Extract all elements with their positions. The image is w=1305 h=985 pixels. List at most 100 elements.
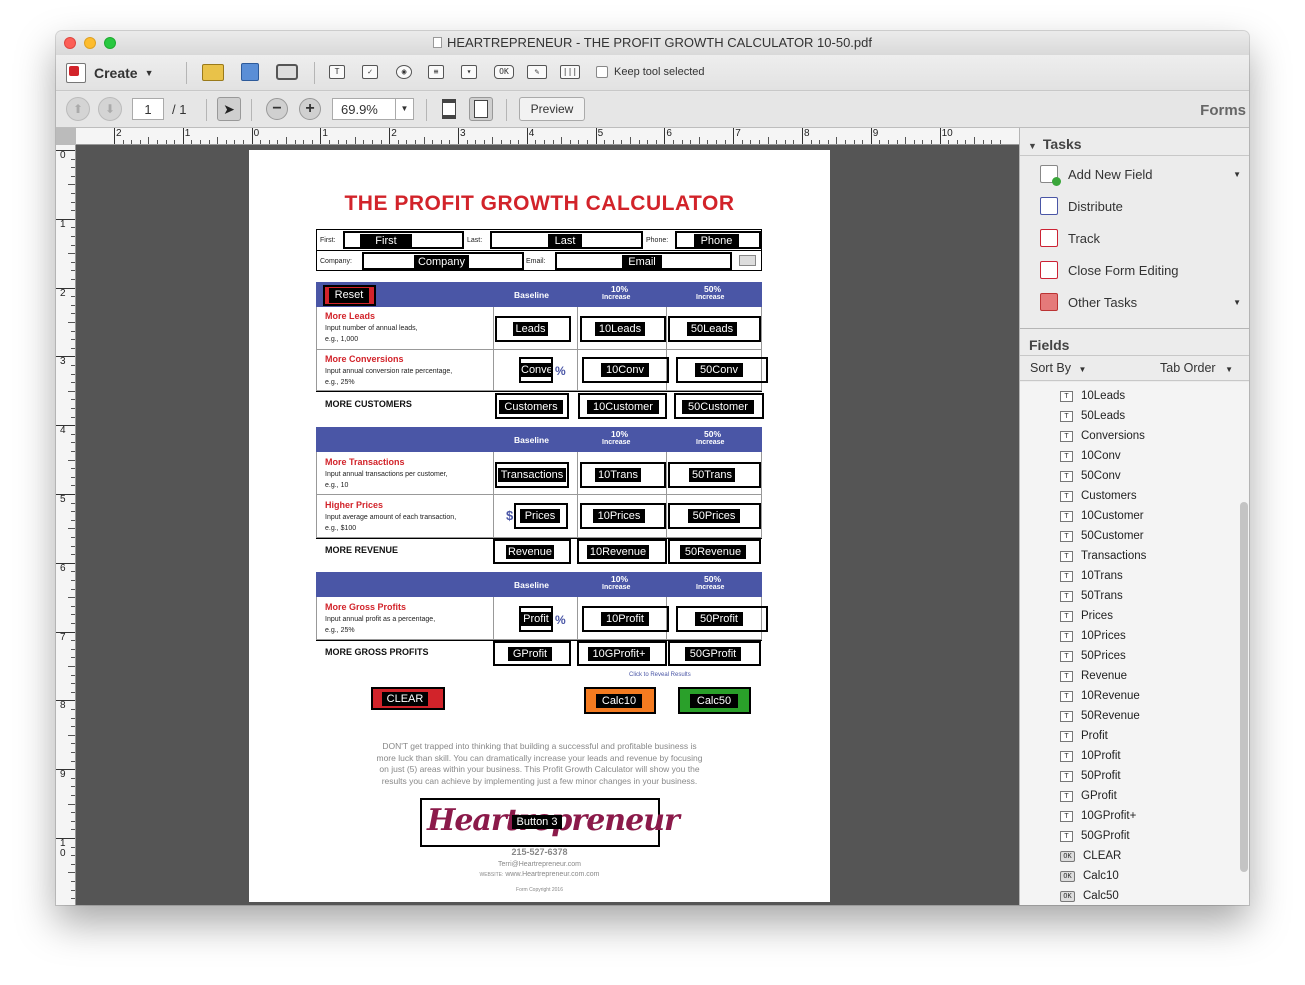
10prices-field-tag: 10Prices [593, 509, 645, 523]
preview-button[interactable]: Preview [519, 97, 585, 121]
field-list-item[interactable]: T Conversions [1060, 427, 1145, 445]
add-field-icon [1040, 165, 1061, 186]
ruler-minor-tick [286, 137, 287, 144]
zoom-level-select[interactable]: 69.9% ▼ [332, 98, 414, 120]
text-field-icon: T [1060, 430, 1073, 442]
ruler-minor-tick [71, 519, 75, 521]
dropdown-tool-icon[interactable]: ▾ [461, 65, 477, 79]
fit-width-button[interactable] [437, 97, 461, 121]
ruler-minor-tick [681, 140, 683, 144]
text-field-icon: T [1060, 650, 1073, 662]
ruler-minor-tick [449, 140, 451, 144]
previous-page-button[interactable]: ⬆ [66, 97, 90, 121]
page-number-input[interactable]: 1 [132, 98, 164, 120]
field-list-item[interactable]: T Transactions [1060, 547, 1146, 565]
field-list-item[interactable]: T 10Leads [1060, 387, 1125, 405]
save-button[interactable] [237, 59, 263, 85]
dollar-prefix: $ [506, 508, 514, 523]
tab-order-dropdown[interactable]: Tab Order ▼ [1160, 361, 1233, 375]
zoom-out-button[interactable]: − [266, 98, 288, 120]
field-list-item[interactable]: T 10Profit [1060, 747, 1121, 765]
list-box-tool-icon[interactable]: ≡ [428, 65, 444, 79]
field-list-item[interactable]: T 10GProfit+ [1060, 807, 1136, 825]
ruler-minor-tick [71, 691, 75, 693]
ruler-minor-tick [71, 347, 75, 349]
signature-tool-icon[interactable]: ✎ [527, 65, 547, 79]
document-canvas[interactable]: THE PROFIT GROWTH CALCULATOR First: Firs… [76, 145, 1023, 905]
field-list-item[interactable]: T 50Prices [1060, 647, 1126, 665]
fields-scrollbar[interactable] [1240, 502, 1248, 872]
contact-website-line: WEBSITE: www.Heartrepreneur.com.com [249, 871, 830, 878]
section2-header: Baseline 10% Increase 50% Increase [316, 427, 762, 452]
calc10-button-label: Calc10 [596, 694, 642, 708]
zoom-window-button[interactable] [104, 37, 116, 49]
ruler-label: 1 0 [60, 838, 66, 859]
ruler-minor-tick [71, 752, 75, 753]
email-field-tag: Email [622, 255, 662, 269]
text-field-icon: T [1060, 690, 1073, 702]
field-list-item[interactable]: T 10Prices [1060, 627, 1126, 645]
task-label: Track [1068, 230, 1101, 246]
select-tool-button[interactable]: ➤ [217, 97, 241, 121]
field-list-item[interactable]: T 10Revenue [1060, 687, 1140, 705]
print-button[interactable] [274, 59, 300, 85]
ruler-minor-tick [879, 140, 881, 144]
task-distribute[interactable]: Distribute [1040, 193, 1245, 219]
sort-by-dropdown[interactable]: Sort By ▼ [1030, 361, 1086, 375]
fit-page-button[interactable] [469, 97, 493, 121]
task-track[interactable]: Track [1040, 225, 1245, 251]
field-list-item[interactable]: T Prices [1060, 607, 1113, 625]
field-list-item[interactable]: T 50Conv [1060, 467, 1121, 485]
ruler-minor-tick [853, 140, 855, 144]
tasks-header[interactable]: ▼ Tasks [1020, 134, 1249, 154]
field-list-item[interactable]: OK Calc10 [1060, 867, 1119, 885]
field-list-item[interactable]: T 10Customer [1060, 507, 1144, 525]
field-list-item[interactable]: T GProfit [1060, 787, 1117, 805]
col-50-label: 50% [704, 284, 722, 294]
field-list-item[interactable]: T 50GProfit [1060, 827, 1130, 845]
text-field-tool-icon[interactable]: T [329, 65, 345, 79]
field-list-item[interactable]: T 50Revenue [1060, 707, 1140, 725]
zoom-in-button[interactable]: + [299, 98, 321, 120]
checkbox-tool-icon[interactable]: ✓ [362, 65, 378, 79]
task-close-form-editing[interactable]: Close Form Editing [1040, 257, 1245, 283]
field-list-item[interactable]: T 50Trans [1060, 587, 1123, 605]
radio-tool-icon[interactable]: ◉ [396, 65, 412, 79]
ruler-minor-tick [71, 889, 75, 891]
create-button[interactable]: Create ▼ [66, 60, 154, 86]
close-window-button[interactable] [64, 37, 76, 49]
field-list-item[interactable]: OK Calc50 [1060, 887, 1119, 905]
field-list-item[interactable]: T Customers [1060, 487, 1137, 505]
ruler-minor-tick [810, 140, 812, 144]
email-label: Email: [526, 258, 546, 265]
field-list-item[interactable]: T 50Leads [1060, 407, 1125, 425]
more-revenue-label: MORE REVENUE [325, 545, 399, 555]
text-field-icon: T [1060, 450, 1073, 462]
paragraph-line: results you can achieve by implementing … [381, 775, 698, 786]
field-list-label: 10Trans [1081, 570, 1123, 582]
ruler-minor-tick [71, 743, 75, 745]
field-list-item[interactable]: T 10Conv [1060, 447, 1121, 465]
distribute-icon [1040, 197, 1058, 215]
field-list-item[interactable]: T 50Profit [1060, 767, 1121, 785]
field-list-item[interactable]: T Revenue [1060, 667, 1127, 685]
higher-prices-desc: Input average amount of each transaction… [325, 514, 457, 521]
field-list-label: 50Leads [1081, 410, 1126, 422]
field-list-item[interactable]: T 10Trans [1060, 567, 1123, 585]
minimize-window-button[interactable] [84, 37, 96, 49]
open-button[interactable] [200, 59, 226, 85]
field-list-item[interactable]: T Profit [1060, 727, 1108, 745]
ruler-minor-tick [716, 140, 717, 144]
reset-button-label: Reset [329, 288, 369, 303]
keep-tool-selected-checkbox[interactable]: Keep tool selected [596, 64, 705, 80]
col-10-sub: Increase [602, 294, 631, 301]
field-list-item[interactable]: T 50Customer [1060, 527, 1144, 545]
task-add-new-field[interactable]: Add New Field ▼ [1040, 161, 1245, 187]
ruler-minor-tick [578, 140, 580, 144]
navigation-toolbar: ⬆ ⬇ 1 / 1 ➤ − + 69.9% ▼ Preview Forms [56, 92, 1249, 128]
field-list-item[interactable]: OK CLEAR [1060, 847, 1121, 865]
button-tool-icon[interactable]: OK [494, 65, 514, 79]
task-other-tasks[interactable]: Other Tasks ▼ [1040, 289, 1245, 315]
barcode-tool-icon[interactable]: ||| [560, 65, 580, 79]
next-page-button[interactable]: ⬇ [98, 97, 122, 121]
